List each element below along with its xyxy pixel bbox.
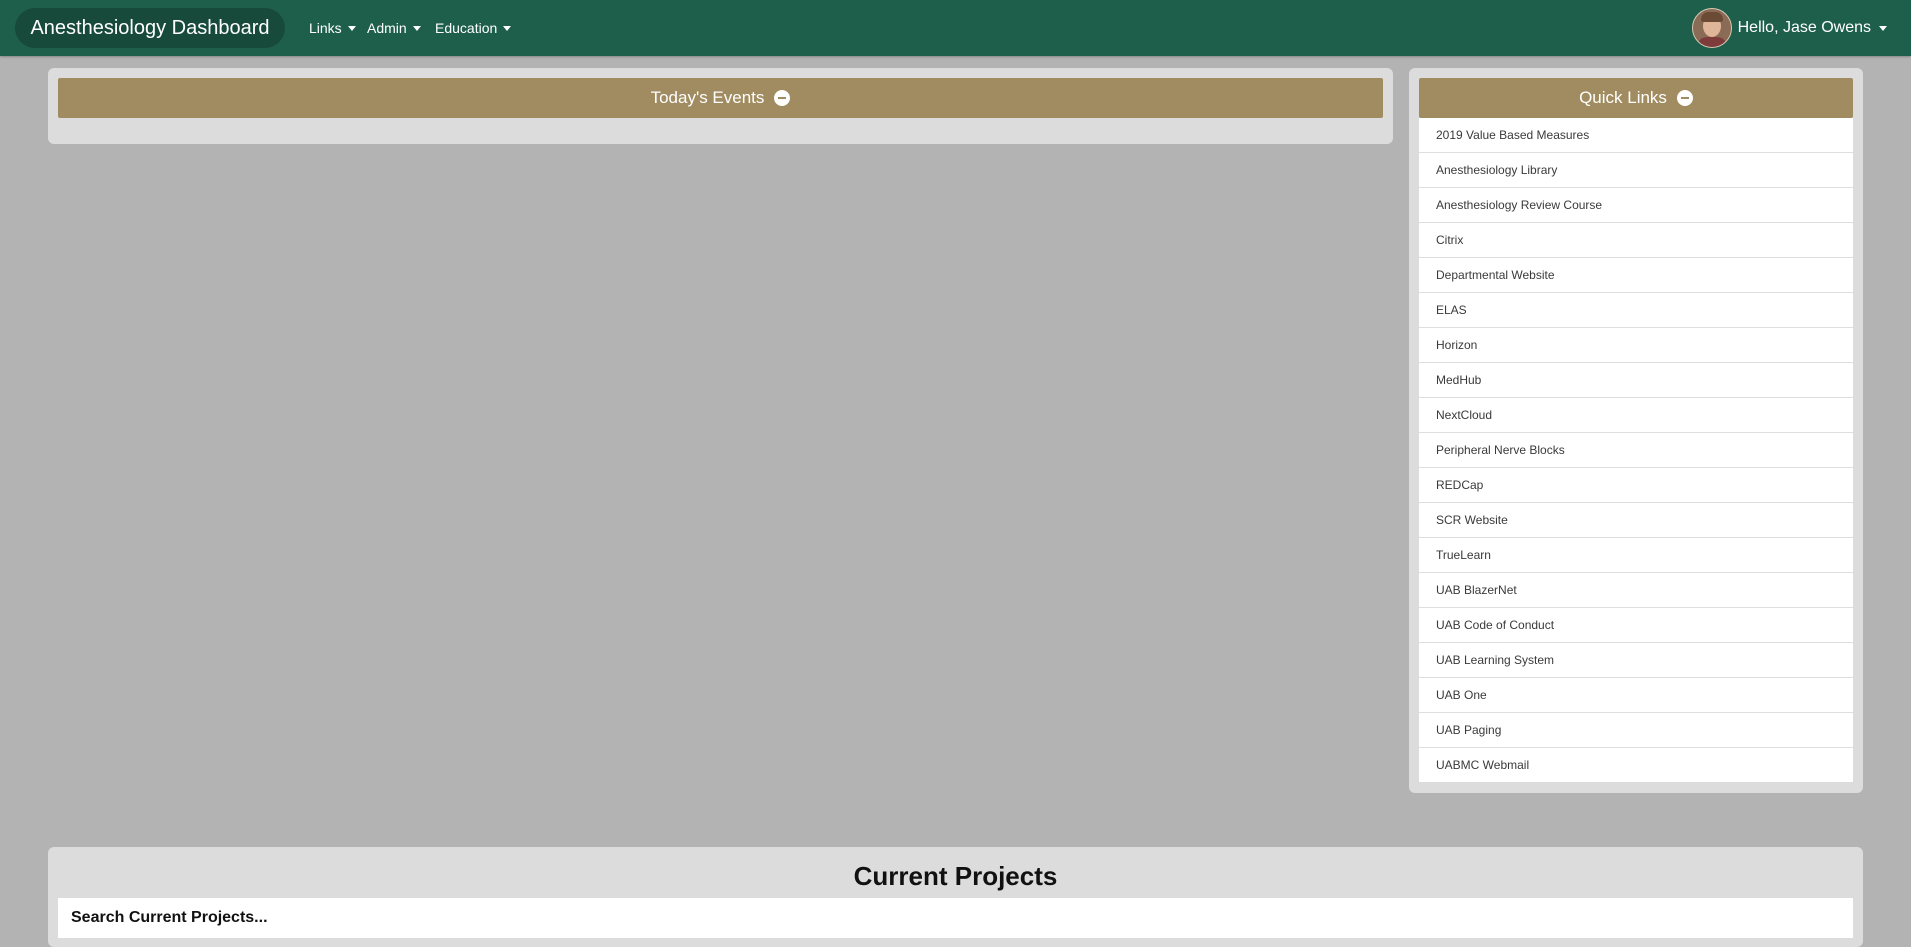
quick-links-title: Quick Links [1579,88,1667,107]
quick-link-item[interactable]: UAB Learning System [1419,643,1853,678]
quick-link-item[interactable]: REDCap [1419,468,1853,503]
collapse-minus-icon[interactable] [1676,90,1693,106]
caret-down-icon [1879,25,1887,31]
quick-link-item[interactable]: MedHub [1419,363,1853,398]
user-greeting: Hello, Jase Owens [1737,19,1871,36]
quick-link-item[interactable]: UAB One [1419,678,1853,713]
quick-link-item[interactable]: Citrix [1419,223,1853,258]
quick-link-item[interactable]: UAB BlazerNet [1419,573,1853,608]
user-menu[interactable]: Hello, Jase Owens [1691,8,1887,48]
quick-link-item[interactable]: TrueLearn [1419,538,1853,573]
current-projects-panel: Current Projects [48,847,1863,947]
caret-down-icon [503,26,512,31]
events-header: Today's Events [58,78,1383,118]
quick-link-item[interactable]: ELAS [1419,293,1853,328]
quick-link-item[interactable]: Peripheral Nerve Blocks [1419,433,1853,468]
caret-down-icon [347,26,356,31]
quick-link-item[interactable]: Anesthesiology Library [1419,153,1853,188]
collapse-minus-icon[interactable] [774,90,791,106]
nav-menu-admin[interactable]: Admin [367,0,421,56]
caret-down-icon [412,26,421,31]
quick-link-item[interactable]: SCR Website [1419,503,1853,538]
quick-link-item[interactable]: Departmental Website [1419,258,1853,293]
quick-link-item[interactable]: UABMC Webmail [1419,748,1853,782]
events-panel: Today's Events [48,68,1393,144]
current-projects-title: Current Projects [853,861,1058,891]
top-navbar: Anesthesiology Dashboard Links Admin Edu… [0,0,1911,56]
projects-search-input[interactable] [58,898,1853,938]
quick-links-list: 2019 Value Based Measures Anesthesiology… [1419,118,1853,782]
quick-link-item[interactable]: Anesthesiology Review Course [1419,188,1853,223]
quick-link-item[interactable]: UAB Code of Conduct [1419,608,1853,643]
nav-menu-links[interactable]: Links [309,0,356,56]
quick-links-panel: Quick Links 2019 Value Based Measures An… [1409,68,1863,793]
avatar [1691,8,1732,48]
nav-menu-education-label: Education [435,20,498,36]
nav-menu-education[interactable]: Education [435,0,512,56]
nav-menu-links-label: Links [309,20,342,36]
quick-link-item[interactable]: 2019 Value Based Measures [1419,118,1853,153]
nav-menu-admin-label: Admin [367,20,407,36]
quick-link-item[interactable]: NextCloud [1419,398,1853,433]
brand-link[interactable]: Anesthesiology Dashboard [15,8,285,48]
events-title: Today's Events [650,88,765,107]
quick-link-item[interactable]: Horizon [1419,328,1853,363]
quick-link-item[interactable]: UAB Paging [1419,713,1853,748]
quick-links-header: Quick Links [1419,78,1853,118]
